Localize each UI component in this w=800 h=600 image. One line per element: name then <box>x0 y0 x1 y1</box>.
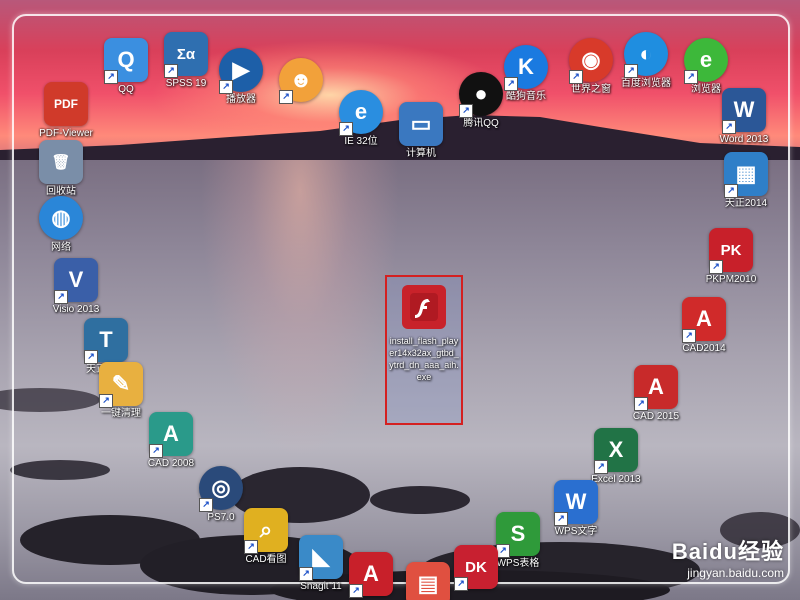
shortcut-arrow-icon: ↗ <box>722 120 736 134</box>
desktop-icon-label: 计算机 <box>406 148 436 159</box>
desktop-icon[interactable]: K ↗ 酷狗音乐 <box>490 45 562 103</box>
desktop-icon[interactable]: A ↗ CAD 2008 <box>135 412 207 470</box>
app-icon: DK ↗ <box>454 545 498 591</box>
shortcut-arrow-icon: ↗ <box>594 460 608 474</box>
app-icon: ◐ ↗ <box>624 32 668 78</box>
app-icon: K ↗ <box>504 45 548 91</box>
shortcut-arrow-icon: ↗ <box>164 64 178 78</box>
app-icon: ◍ <box>39 196 83 240</box>
app-icon: Q ↗ <box>104 38 148 84</box>
desktop-icon-label: 天正2014 <box>724 198 768 209</box>
shortcut-arrow-icon: ↗ <box>554 512 568 526</box>
desktop-icon[interactable]: W ↗ Word 2013 <box>708 88 780 146</box>
shortcut-arrow-icon: ↗ <box>709 260 723 274</box>
desktop-icon-label: PDF-Viewer <box>39 128 93 139</box>
shortcut-arrow-icon: ↗ <box>199 498 213 512</box>
app-icon: A ↗ <box>682 297 726 343</box>
app-icon: ☻ ↗ <box>279 58 323 104</box>
desktop-icon[interactable]: 🗑 回收站 <box>25 140 97 198</box>
app-icon: A ↗ <box>149 412 193 458</box>
shortcut-arrow-icon: ↗ <box>299 567 313 581</box>
shortcut-arrow-icon: ↗ <box>624 64 638 78</box>
shortcut-arrow-icon: ↗ <box>279 90 293 104</box>
app-icon: ⌕ ↗ <box>244 508 288 554</box>
shortcut-arrow-icon: ↗ <box>682 329 696 343</box>
desktop: Q ↗ QQ Σα ↗ SPSS 19 ▶ ↗ 播放器 ☻ ↗ e ↗ IE 32位 ▭ 计算机 ● ↗ 腾讯QQ K… <box>0 0 800 600</box>
shortcut-arrow-icon: ↗ <box>244 540 258 554</box>
app-icon: ▶ ↗ <box>219 48 263 94</box>
shortcut-arrow-icon: ↗ <box>569 70 583 84</box>
app-icon: 🗑 <box>39 140 83 184</box>
shortcut-arrow-icon: ↗ <box>149 444 163 458</box>
app-icon: W ↗ <box>554 480 598 526</box>
shortcut-arrow-icon: ↗ <box>104 70 118 84</box>
app-icon: ▦ ↗ <box>724 152 768 198</box>
desktop-icon-label: CAD2014 <box>682 343 726 354</box>
shortcut-arrow-icon: ↗ <box>99 394 113 408</box>
app-icon: PDF <box>44 82 88 126</box>
shortcut-arrow-icon: ↗ <box>724 184 738 198</box>
shortcut-arrow-icon: ↗ <box>349 584 363 598</box>
app-icon: Σα ↗ <box>164 32 208 78</box>
desktop-icon[interactable]: V ↗ Visio 2013 <box>40 258 112 316</box>
app-icon: V ↗ <box>54 258 98 304</box>
app-icon: A ↗ <box>349 552 393 598</box>
desktop-icon[interactable]: ▦ ↗ 天正2014 <box>710 152 782 210</box>
watermark-brand: Baidu经验 <box>671 539 784 564</box>
desktop-icon-label: 腾讯QQ <box>463 118 499 129</box>
app-icon: ◉ ↗ <box>569 38 613 84</box>
app-icon: ▭ <box>399 102 443 146</box>
shortcut-arrow-icon: ↗ <box>459 104 473 118</box>
app-icon: ✎ ↗ <box>99 362 143 408</box>
app-icon: T ↗ <box>84 318 128 364</box>
shortcut-arrow-icon: ↗ <box>219 80 233 94</box>
shortcut-arrow-icon: ↗ <box>504 77 518 91</box>
app-icon: e ↗ <box>339 90 383 136</box>
desktop-icon-label: CAD 2015 <box>632 411 680 422</box>
desktop-icon[interactable]: PDF PDF-Viewer <box>30 82 102 140</box>
shortcut-arrow-icon: ↗ <box>684 70 698 84</box>
selected-file-icon[interactable]: install_flash_player14x32ax_gtbd_ytrd_dn… <box>385 275 463 425</box>
desktop-icon[interactable]: DK ↗ <box>440 545 512 591</box>
desktop-icon[interactable]: A ↗ CAD 2015 <box>620 365 692 423</box>
desktop-icon-label: 酷狗音乐 <box>506 91 546 102</box>
desktop-icon-label: PKPM2010 <box>705 274 757 285</box>
app-icon: A ↗ <box>634 365 678 411</box>
desktop-icon-label: Word 2013 <box>719 134 769 145</box>
app-icon: W ↗ <box>722 88 766 134</box>
app-icon: X ↗ <box>594 428 638 474</box>
shortcut-arrow-icon: ↗ <box>339 122 353 136</box>
watermark-url: jingyan.baidu.com <box>687 566 784 580</box>
baidu-watermark: Baidu经验 jingyan.baidu.com <box>672 534 784 580</box>
desktop-icon-label: Visio 2013 <box>52 304 100 315</box>
desktop-icon[interactable]: PK ↗ PKPM2010 <box>695 228 767 286</box>
app-icon: PK ↗ <box>709 228 753 274</box>
desktop-icon[interactable]: A ↗ CAD2014 <box>668 297 740 355</box>
desktop-icon[interactable]: ◍ 网络 <box>25 196 97 254</box>
shortcut-arrow-icon: ↗ <box>634 397 648 411</box>
shortcut-arrow-icon: ↗ <box>54 290 68 304</box>
flash-player-icon <box>402 285 446 329</box>
selected-file-label: install_flash_player14x32ax_gtbd_ytrd_dn… <box>389 336 459 382</box>
app-icon: ◎ ↗ <box>199 466 243 512</box>
desktop-icon-label: 网络 <box>51 242 71 253</box>
desktop-icon[interactable]: X ↗ Excel 2013 <box>580 428 652 486</box>
shortcut-arrow-icon: ↗ <box>454 577 468 591</box>
app-icon: e ↗ <box>684 38 728 84</box>
